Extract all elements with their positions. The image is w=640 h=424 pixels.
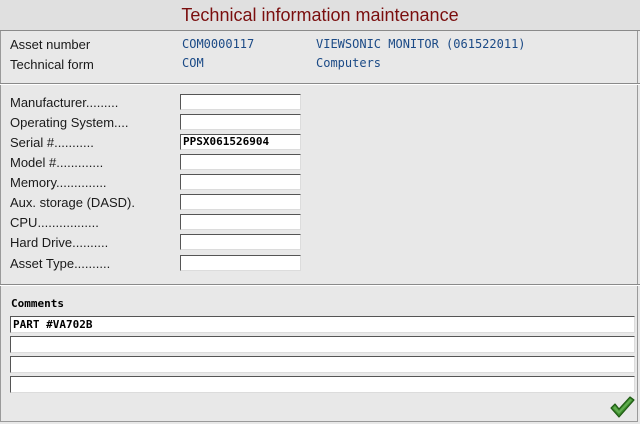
- memory-label: Memory..............: [10, 175, 107, 190]
- cpu-field[interactable]: [180, 214, 301, 230]
- asset-number-value: COM0000117: [182, 37, 255, 51]
- memory-field[interactable]: [180, 174, 301, 190]
- asset-type-label: Asset Type..........: [10, 256, 111, 271]
- technical-form-code: COM: [182, 56, 204, 70]
- serial-number-field[interactable]: PPSX061526904: [180, 134, 301, 150]
- checkmark-icon: [610, 396, 635, 418]
- window-title: Technical information maintenance: [181, 5, 459, 25]
- operating-system-field[interactable]: [180, 114, 301, 130]
- model-number-field[interactable]: [180, 154, 301, 170]
- manufacturer-label: Manufacturer.........: [10, 95, 119, 110]
- fields-divider: [0, 284, 640, 286]
- serial-number-label: Serial #...........: [10, 135, 94, 150]
- comments-title: Comments: [11, 297, 64, 310]
- cpu-label: CPU.................: [10, 215, 99, 230]
- comment-line-2[interactable]: [10, 336, 635, 353]
- technical-form-label: Technical form: [10, 57, 94, 72]
- comment-line-4[interactable]: [10, 376, 635, 393]
- aux-storage-field[interactable]: [180, 194, 301, 210]
- aux-storage-label: Aux. storage (DASD).: [10, 195, 135, 210]
- header-divider: [0, 83, 640, 85]
- hard-drive-label: Hard Drive..........: [10, 235, 109, 250]
- operating-system-label: Operating System....: [10, 115, 129, 130]
- asset-description: VIEWSONIC MONITOR (061522011): [316, 37, 526, 51]
- asset-type-field[interactable]: [180, 255, 301, 271]
- title-bar: Technical information maintenance: [0, 0, 640, 31]
- technical-form-description: Computers: [316, 56, 382, 70]
- confirm-button[interactable]: [609, 395, 635, 419]
- asset-number-label: Asset number: [10, 37, 91, 52]
- manufacturer-field[interactable]: [180, 94, 301, 110]
- model-number-label: Model #.............: [10, 155, 104, 170]
- hard-drive-field[interactable]: [180, 234, 301, 250]
- comment-line-3[interactable]: [10, 356, 635, 373]
- comment-line-1[interactable]: PART #VA702B: [10, 316, 635, 333]
